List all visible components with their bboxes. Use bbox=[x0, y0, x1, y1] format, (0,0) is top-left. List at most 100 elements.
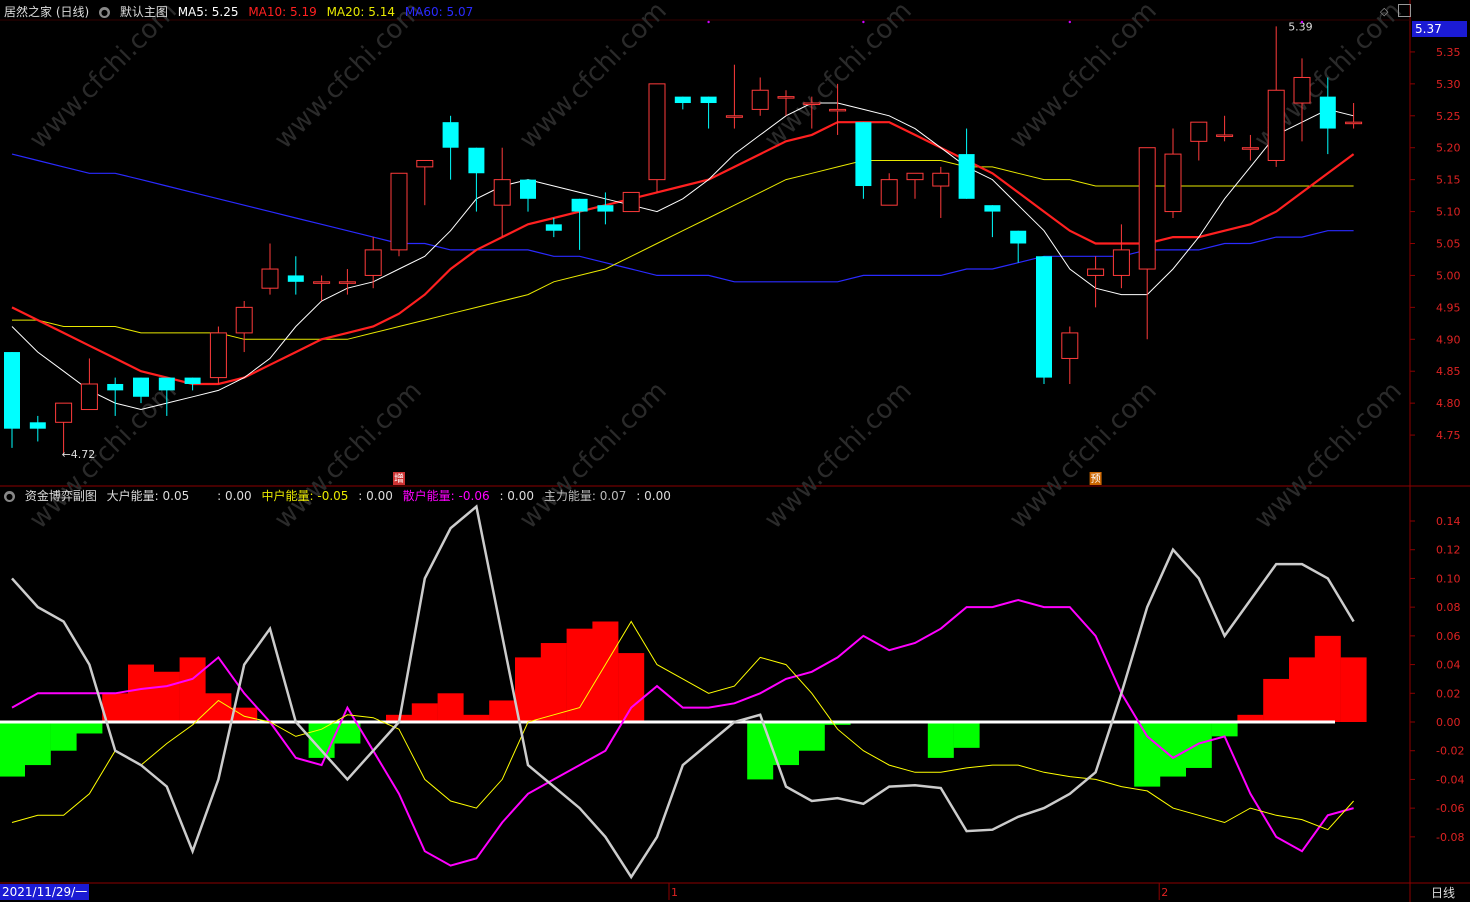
energy-bar-negative bbox=[747, 722, 774, 780]
energy-bar-negative bbox=[953, 722, 980, 748]
price-tick-label: 5.30 bbox=[1436, 78, 1461, 91]
energy-bar-negative bbox=[76, 722, 103, 734]
candle-body-up bbox=[906, 172, 924, 181]
watermark-text: www.cfchi.com bbox=[24, 376, 183, 535]
template-name[interactable]: 默认主图 bbox=[120, 5, 168, 19]
energy-bar-positive bbox=[437, 693, 464, 722]
candle-body-down bbox=[133, 377, 149, 397]
energy-bar-positive bbox=[540, 643, 567, 722]
sub-tick-label: 0.04 bbox=[1436, 659, 1461, 672]
sub-title[interactable]: 资金博弈副图 bbox=[25, 489, 97, 503]
high-annotation: 5.39 bbox=[1288, 20, 1313, 33]
candle-body-up bbox=[1112, 249, 1130, 276]
energy-bar-positive bbox=[153, 671, 180, 722]
top-marker-dot bbox=[707, 20, 710, 24]
sub-tick-label: -0.04 bbox=[1436, 773, 1464, 786]
sub-tick-label: 0.14 bbox=[1436, 515, 1461, 528]
candle-body-up bbox=[261, 268, 279, 289]
candle-body-up bbox=[209, 332, 227, 379]
price-tick-label: 5.15 bbox=[1436, 174, 1461, 187]
price-tick-label: 4.75 bbox=[1436, 429, 1461, 442]
candle-body-up bbox=[1345, 121, 1363, 125]
candle-body-up bbox=[390, 172, 408, 251]
sub-tick-label: -0.06 bbox=[1436, 802, 1464, 815]
energy-bar-positive bbox=[205, 693, 232, 722]
energy-bar-negative bbox=[1211, 722, 1238, 737]
sub-tick-label: 0.08 bbox=[1436, 601, 1461, 614]
candle-body-up bbox=[1267, 89, 1285, 161]
price-tick-label: 5.00 bbox=[1436, 269, 1461, 282]
price-tick-label: 5.20 bbox=[1436, 142, 1461, 155]
candle-body-down bbox=[1319, 96, 1336, 129]
energy-bar-positive bbox=[411, 703, 438, 722]
candle-body-up bbox=[313, 281, 331, 284]
candle-body-up bbox=[932, 172, 950, 187]
energy-bar-positive bbox=[1289, 657, 1315, 722]
watermark-text: www.cfchi.com bbox=[514, 376, 673, 535]
price-tick-label: 5.35 bbox=[1436, 46, 1461, 59]
sub-tick-label: 0.10 bbox=[1436, 572, 1461, 585]
price-tick-label: 4.85 bbox=[1436, 365, 1461, 378]
energy-bar-positive bbox=[1263, 678, 1290, 722]
energy-bar-positive bbox=[179, 657, 206, 722]
price-tick-label: 4.95 bbox=[1436, 301, 1461, 314]
candle-body-up bbox=[80, 383, 98, 411]
watermark-text: www.cfchi.com bbox=[759, 0, 918, 155]
energy-bar-negative bbox=[334, 722, 361, 744]
candle-body-up bbox=[622, 191, 640, 213]
candle-body-down bbox=[597, 205, 614, 212]
watermark-text: www.cfchi.com bbox=[759, 376, 918, 535]
candle-body-down bbox=[545, 224, 562, 231]
sub-settings-circle-icon[interactable]: ● bbox=[4, 491, 15, 502]
candle-body-down bbox=[468, 147, 485, 174]
candle-body-up bbox=[493, 179, 511, 206]
diamond-icon[interactable]: ◇ bbox=[1380, 5, 1388, 18]
watermark-text: www.cfchi.com bbox=[1004, 0, 1163, 155]
month-label: 2 bbox=[1161, 886, 1168, 899]
period-tab-daily[interactable]: 日线 bbox=[1416, 884, 1470, 902]
candle-body-up bbox=[1061, 332, 1079, 359]
candle-body-down bbox=[520, 179, 536, 199]
candle-body-up bbox=[829, 108, 847, 112]
panel-toggle-icon[interactable] bbox=[1398, 4, 1411, 17]
candle-body-up bbox=[235, 306, 253, 334]
energy-bar-negative bbox=[1185, 722, 1212, 768]
candle-body-up bbox=[416, 159, 434, 168]
candle-body-up bbox=[880, 179, 898, 206]
watermark-text: www.cfchi.com bbox=[1004, 376, 1163, 535]
price-tick-label: 5.05 bbox=[1436, 238, 1461, 251]
candle-body-down bbox=[184, 377, 201, 384]
low-annotation: ←4.72 bbox=[62, 448, 96, 461]
month-label: 1 bbox=[671, 886, 678, 899]
energy-bar-negative bbox=[927, 722, 954, 758]
settings-circle-icon[interactable]: ● bbox=[99, 7, 111, 18]
series-line-4 bbox=[11, 504, 1355, 880]
candle-body-up bbox=[751, 89, 769, 110]
small-legend: 散户能量: -0.06 bbox=[402, 489, 490, 503]
energy-bar-negative bbox=[1134, 722, 1161, 787]
energy-bar-negative bbox=[0, 722, 25, 777]
candle-body-up bbox=[1190, 121, 1208, 142]
candle-body-down bbox=[855, 122, 872, 187]
top-marker-dot bbox=[1300, 20, 1304, 24]
candle-body-up bbox=[1216, 134, 1234, 137]
candle-body-down bbox=[984, 205, 1001, 212]
sub-tick-label: 0.12 bbox=[1436, 544, 1461, 557]
ma60-legend: MA60: 5.07 bbox=[404, 5, 474, 19]
stock-title[interactable]: 居然之家 (日线) bbox=[4, 5, 89, 19]
energy-bar-positive bbox=[515, 657, 541, 722]
candle-body-down bbox=[958, 154, 975, 199]
candle-body-down bbox=[107, 383, 124, 391]
energy-bar-negative bbox=[798, 722, 825, 751]
chart-canvas: www.cfchi.com www.cfchi.com www.cfchi.com w… bbox=[0, 0, 1470, 902]
candle-body-up bbox=[1241, 147, 1259, 150]
event-marker-label: 预 bbox=[1091, 473, 1101, 485]
watermark-text: www.cfchi.com bbox=[269, 0, 428, 155]
candle-body-up bbox=[338, 281, 356, 284]
sub-chart-header: ● 资金博弈副图 大户能量: 0.05 : 0.00 中户能量: -0.05 :… bbox=[4, 488, 677, 504]
energy-bar-positive bbox=[618, 653, 645, 722]
watermark-text: www.cfchi.com bbox=[1249, 376, 1408, 535]
candle-body-up bbox=[55, 402, 73, 423]
sub-tick-label: 0.06 bbox=[1436, 630, 1461, 643]
ma10-legend: MA10: 5.19 bbox=[248, 5, 317, 19]
